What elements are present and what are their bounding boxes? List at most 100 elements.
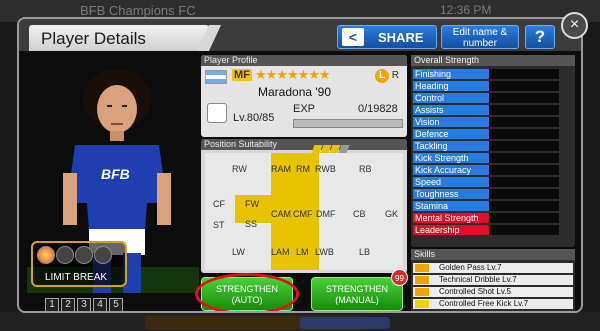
skill-row[interactable]: Golden Pass Lv.7 [413, 263, 573, 273]
position-cell: LM [296, 247, 309, 257]
highlight-circle [195, 273, 299, 311]
background-strip-blue [300, 317, 390, 329]
skills-panel: Skills Golden Pass Lv.7 Technical Dribbl… [411, 249, 575, 311]
shirt-icon [207, 103, 227, 123]
skill-row[interactable]: Technical Dribble Lv.7 [413, 275, 573, 285]
stat-row: Tackling [413, 141, 489, 151]
page-title: Player Details [41, 29, 146, 48]
page-number[interactable]: 2 [61, 298, 75, 311]
stat-row: Finishing [413, 69, 489, 79]
position-cell: LB [359, 247, 371, 257]
limit-break-orbs [37, 246, 113, 269]
overall-strength-panel: Overall Strength Finishing Heading Contr… [411, 55, 575, 247]
stat-value-cell [489, 153, 559, 163]
position-cell: RM [296, 164, 310, 174]
position-cell: CB [353, 209, 366, 219]
skill-label: Controlled Shot Lv.5 [439, 287, 511, 296]
page-number[interactable]: 5 [109, 298, 123, 311]
position-suitability-header: Position Suitability [201, 139, 407, 150]
position-cell: SS [245, 219, 258, 229]
player-profile-panel: Player Profile MF ★★★★★★★ Maradona '90 L… [201, 55, 407, 137]
skills-header: Skills [411, 249, 575, 260]
legend-swatch [338, 145, 350, 153]
title-bar: Player Details < SHARE Edit name & numbe… [19, 19, 581, 51]
foot-indicator: L R [375, 69, 399, 83]
limit-break-orb [56, 246, 74, 264]
position-cell: LAM [271, 247, 290, 257]
stat-value-cell [489, 141, 559, 151]
background-clock: 12:36 PM [440, 3, 492, 17]
player-name: Maradona '90 [258, 85, 332, 99]
help-button[interactable]: ? [525, 25, 555, 49]
position-cell: RB [359, 164, 372, 174]
position-cell: CF [213, 199, 225, 209]
player-figure-area: BFB LIMIT BREAK 12345 [27, 53, 199, 311]
position-cell: DMF [316, 209, 336, 219]
overall-strength-header: Overall Strength [411, 55, 575, 66]
position-cell: GK [385, 209, 399, 219]
stat-value-cell [489, 129, 559, 139]
position-cell: LWB [315, 247, 334, 257]
skill-row[interactable]: Controlled Shot Lv.5 [413, 287, 573, 297]
page-number[interactable]: 4 [93, 298, 107, 311]
stat-value-cell [489, 177, 559, 187]
argentina-flag-icon [205, 70, 227, 84]
skill-icon [415, 288, 429, 296]
stat-row: Assists [413, 105, 489, 115]
stat-row: Toughness [413, 189, 489, 199]
skill-label: Golden Pass Lv.7 [439, 263, 502, 272]
stat-row: Speed [413, 177, 489, 187]
position-cell: CAM [271, 209, 291, 219]
position-suitability-panel: Position Suitability RW RAM RM RWB RB CF… [201, 139, 407, 273]
stat-row: Vision [413, 117, 489, 127]
skill-label: Technical Dribble Lv.7 [439, 275, 517, 284]
stat-value-cell [489, 69, 559, 79]
position-cell: RAM [271, 164, 291, 174]
player-profile-header: Player Profile [201, 55, 407, 66]
close-button[interactable]: × [561, 12, 588, 39]
skill-label: Controlled Free Kick Lv.7 [439, 299, 529, 308]
position-grid: RW RAM RM RWB RB CF FW CAM CMF DMF CB GK… [205, 153, 403, 270]
share-button-label: SHARE [378, 30, 424, 45]
stat-value-cell [489, 105, 559, 115]
strengthen-manual-button[interactable]: STRENGTHEN (MANUAL) [311, 277, 403, 311]
page-number[interactable]: 3 [77, 298, 91, 311]
stat-value-cell [489, 165, 559, 175]
stat-row: Control [413, 93, 489, 103]
page-number[interactable]: 1 [45, 298, 59, 311]
background-club-name: BFB Champions FC [80, 3, 196, 18]
stat-row: Stamina [413, 201, 489, 211]
background-footer [0, 312, 600, 331]
skill-icon [415, 264, 429, 272]
strengthen-count-badge: 99 [391, 269, 408, 286]
share-button[interactable]: < SHARE [337, 25, 437, 49]
stat-row: Leadership [413, 225, 489, 235]
stat-row: Heading [413, 81, 489, 91]
stat-value-cell [489, 81, 559, 91]
position-cell: FW [245, 199, 259, 209]
player-details-modal: Player Details < SHARE Edit name & numbe… [17, 17, 583, 313]
share-icon: < [342, 28, 364, 46]
skill-icon [415, 300, 429, 308]
position-cell: CMF [293, 209, 313, 219]
position-cell: RWB [315, 164, 336, 174]
rating-stars: ★★★★★★★ [255, 67, 331, 82]
exp-value: 0/19828 [358, 103, 398, 115]
position-cell: RW [232, 164, 247, 174]
edit-name-number-button[interactable]: Edit name & number [441, 25, 519, 49]
title-tab-slash [196, 25, 222, 51]
page-number-list: 12345 [45, 294, 125, 311]
stat-value-cell [489, 225, 559, 235]
skill-icon [415, 276, 429, 284]
skill-row[interactable]: Controlled Free Kick Lv.7 [413, 299, 573, 309]
stat-value-cell [489, 117, 559, 127]
position-badge: MF [232, 69, 252, 81]
limit-break-panel[interactable]: LIMIT BREAK [31, 241, 127, 287]
limit-break-orb [94, 246, 112, 264]
foot-left: L [375, 69, 389, 83]
stat-row: Kick Strength [413, 153, 489, 163]
title-tab: Player Details [29, 25, 222, 51]
stat-value-cell [489, 213, 559, 223]
stat-value-cell [489, 189, 559, 199]
stat-row: Mental Strength [413, 213, 489, 223]
